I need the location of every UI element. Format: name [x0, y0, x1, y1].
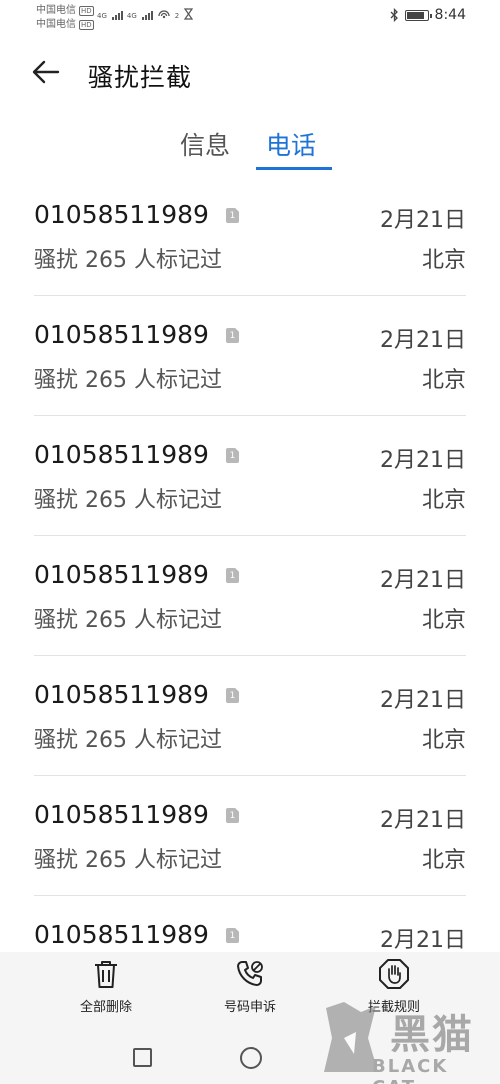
call-list-item[interactable]: 01058511989 1 2月21日 骚扰 265 人标记过 北京 — [34, 776, 466, 896]
clock: 8:44 — [434, 7, 466, 23]
call-tag: 骚扰 265 人标记过 — [34, 488, 222, 513]
call-tag: 骚扰 265 人标记过 — [34, 848, 222, 873]
number-appeal-label: 号码申诉 — [223, 1000, 276, 1015]
hotspot-count: 2 — [174, 12, 180, 20]
carrier-1: 中国电信 — [36, 5, 76, 16]
call-list-item[interactable]: 01058511989 1 2月21日 骚扰 265 人标记过 北京 — [34, 176, 466, 296]
sim-card-icon: 1 — [226, 328, 239, 343]
call-tag: 骚扰 265 人标记过 — [34, 728, 222, 753]
carrier-2: 中国电信 — [36, 19, 76, 30]
status-bar: 中国电信 HD 中国电信 HD 4G 4G 2 8:44 — [0, 0, 500, 34]
call-list-item[interactable]: 01058511989 1 2月21日 骚扰 265 人标记过 北京 — [34, 416, 466, 536]
call-date: 2月21日 — [380, 808, 466, 833]
call-number: 01058511989 — [34, 560, 209, 589]
watermark: 黑猫 BLACK CAT — [310, 994, 500, 1084]
header: 骚扰拦截 — [0, 50, 500, 96]
recent-apps-button[interactable] — [133, 1048, 152, 1067]
call-tag: 骚扰 265 人标记过 — [34, 608, 222, 633]
hourglass-icon — [184, 8, 194, 20]
call-location: 北京 — [421, 488, 466, 513]
battery-fill — [406, 11, 425, 19]
battery-icon — [404, 9, 432, 21]
tab-calls[interactable]: 电话 — [266, 126, 316, 172]
call-location: 北京 — [421, 368, 466, 393]
sim-card-icon: 1 — [226, 208, 239, 223]
call-list-item[interactable]: 01058511989 1 2月21日 骚扰 265 人标记过 北京 — [34, 656, 466, 776]
call-number: 01058511989 — [34, 680, 209, 709]
bluetooth-icon — [390, 8, 398, 22]
call-location: 北京 — [421, 248, 466, 273]
call-date: 2月21日 — [380, 928, 466, 953]
call-list-item[interactable]: 01058511989 1 2月21日 骚扰 265 人标记过 北京 — [34, 296, 466, 416]
phone-blocked-icon — [237, 961, 263, 986]
status-right: 8:44 — [390, 7, 466, 23]
call-date: 2月21日 — [380, 208, 466, 233]
watermark-brand: 黑猫 — [390, 1012, 474, 1058]
hd-badge-2: HD — [79, 20, 94, 30]
call-date: 2月21日 — [380, 688, 466, 713]
call-number: 01058511989 — [34, 200, 209, 229]
home-button[interactable] — [240, 1047, 262, 1069]
page-title: 骚扰拦截 — [88, 63, 193, 92]
hd-badge-1: HD — [79, 6, 94, 16]
hotspot-icon — [158, 10, 170, 19]
call-number: 01058511989 — [34, 800, 209, 829]
arrow-left-icon — [32, 60, 60, 84]
call-tag: 骚扰 265 人标记过 — [34, 368, 222, 393]
tab-bar: 信息 电话 — [0, 126, 500, 174]
carrier-info: 中国电信 HD 中国电信 HD — [36, 4, 94, 32]
active-tab-indicator — [256, 167, 332, 170]
delete-all-label: 全部删除 — [79, 1000, 132, 1015]
signal-indicators: 4G 4G 2 — [97, 8, 194, 20]
call-number: 01058511989 — [34, 920, 209, 949]
trash-icon — [95, 961, 117, 988]
call-tag: 骚扰 265 人标记过 — [34, 248, 222, 273]
number-appeal-button[interactable]: 号码申诉 — [195, 958, 305, 1015]
call-location: 北京 — [421, 848, 466, 873]
back-button[interactable] — [30, 56, 66, 90]
net-type-1: 4G — [97, 12, 107, 20]
signal-icon-1 — [111, 11, 123, 20]
watermark-sub: BLACK CAT — [372, 1056, 449, 1084]
call-list-item[interactable]: 01058511989 1 2月21日 骚扰 265 人标记过 北京 — [34, 536, 466, 656]
signal-icon-2 — [141, 11, 153, 20]
sim-card-icon: 1 — [226, 928, 239, 943]
call-date: 2月21日 — [380, 328, 466, 353]
sim-card-icon: 1 — [226, 688, 239, 703]
sim-card-icon: 1 — [226, 808, 239, 823]
net-type-2: 4G — [126, 12, 137, 20]
sim-card-icon: 1 — [226, 568, 239, 583]
stop-hand-icon — [379, 959, 409, 989]
tab-messages[interactable]: 信息 — [180, 126, 230, 172]
call-number: 01058511989 — [34, 440, 209, 469]
call-number: 01058511989 — [34, 320, 209, 349]
call-date: 2月21日 — [380, 568, 466, 593]
sim-card-icon: 1 — [226, 448, 239, 463]
call-date: 2月21日 — [380, 448, 466, 473]
call-location: 北京 — [421, 728, 466, 753]
delete-all-button[interactable]: 全部删除 — [51, 958, 161, 1015]
call-location: 北京 — [421, 608, 466, 633]
